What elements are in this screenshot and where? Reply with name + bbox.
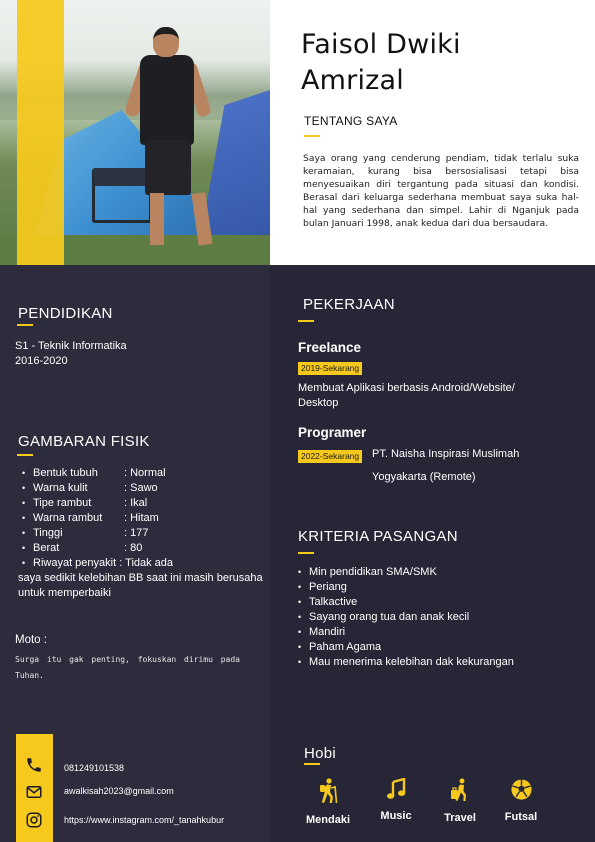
instagram-icon <box>26 812 42 828</box>
job-title-1: Freelance <box>298 340 362 355</box>
partner-item: Min pendidikan SMA/SMK <box>294 565 514 580</box>
physical-item: Bentuk tubuh: Normal <box>18 466 173 481</box>
education-degree: S1 - Teknik Informatika <box>15 340 127 352</box>
hiking-icon <box>320 778 338 804</box>
partner-underline <box>298 552 314 554</box>
about-heading: TENTANG SAYA <box>304 114 398 128</box>
camping-chair <box>92 168 152 223</box>
physical-note: saya sedikit kelebihan BB saat ini masih… <box>18 572 263 599</box>
phone-number: 081249101538 <box>64 763 125 773</box>
hobby-item-music: Music <box>361 778 431 822</box>
education-heading: PENDIDIKAN <box>18 305 113 322</box>
job-period-2: 2022-Sekarang <box>298 450 363 463</box>
hobby-underline <box>304 763 320 765</box>
job-title-2: Programer <box>298 425 367 440</box>
music-note-icon <box>387 778 406 799</box>
moto-label: Moto : <box>15 634 47 646</box>
job-desc-2-line2: Yogyakarta (Remote) <box>372 471 476 483</box>
physical-item: Tinggi: 177 <box>18 526 173 541</box>
moto-text: Surga itu gak penting, fokuskan dirimu p… <box>15 655 240 680</box>
instagram-link[interactable]: https://www.instagram.com/_tanahkubur <box>64 815 224 825</box>
hobby-heading: Hobi <box>304 745 337 762</box>
profile-photo <box>0 0 270 265</box>
partner-item: Paham Agama <box>294 640 514 655</box>
soccer-ball-icon <box>510 779 532 800</box>
physical-item: Warna rambut: Hitam <box>18 511 173 526</box>
physical-item: Warna kulit: Sawo <box>18 481 173 496</box>
education-years: 2016-2020 <box>15 355 68 367</box>
physical-item: Riwayat penyakit : Tidak ada <box>18 556 173 571</box>
physical-list: Bentuk tubuh: Normal Warna kulit: Sawo T… <box>18 466 173 571</box>
job-desc-1-line1: Membuat Aplikasi berbasis Android/Websit… <box>298 382 515 394</box>
partner-list: Min pendidikan SMA/SMK Periang Talkactiv… <box>294 565 514 670</box>
full-name: Faisol Dwiki Amrizal <box>301 29 461 96</box>
hobby-label: Travel <box>444 812 476 824</box>
hobby-item-futsal: Futsal <box>486 778 556 823</box>
physical-heading: GAMBARAN FISIK <box>18 433 150 450</box>
hobby-item-mendaki: Mendaki <box>293 778 363 826</box>
job-desc-2-line1: PT. Naisha Inspirasi Muslimah <box>372 448 520 460</box>
physical-item: Berat: 80 <box>18 541 173 556</box>
hobby-label: Mendaki <box>305 814 350 826</box>
physical-underline <box>17 454 33 456</box>
partner-heading: KRITERIA PASANGAN <box>298 528 458 545</box>
work-underline <box>298 320 314 322</box>
hobby-item-travel: Travel <box>425 778 495 824</box>
job-desc-1-line2: Desktop <box>298 397 339 409</box>
hobby-label: Music <box>380 810 412 822</box>
partner-item: Talkactive <box>294 595 514 610</box>
education-underline <box>17 324 33 326</box>
physical-item: Tipe rambut: Ikal <box>18 496 173 511</box>
partner-item: Periang <box>294 580 514 595</box>
accent-bar <box>17 0 64 265</box>
partner-item: Mau menerima kelebihan dak kekurangan <box>294 655 514 670</box>
partner-item: Mandiri <box>294 625 514 640</box>
person-figure <box>140 55 194 145</box>
work-heading: PEKERJAAN <box>303 296 395 313</box>
partner-item: Sayang orang tua dan anak kecil <box>294 610 514 625</box>
traveler-icon <box>451 778 466 801</box>
about-underline <box>304 135 320 137</box>
email-icon <box>26 786 42 798</box>
hobby-label: Futsal <box>504 811 538 823</box>
about-text: Saya orang yang cenderung pendiam, tidak… <box>303 153 579 229</box>
phone-icon <box>27 758 41 772</box>
job-period-1: 2019-Sekarang <box>298 362 363 375</box>
email-address: awalkisah2023@gmail.com <box>64 786 174 796</box>
